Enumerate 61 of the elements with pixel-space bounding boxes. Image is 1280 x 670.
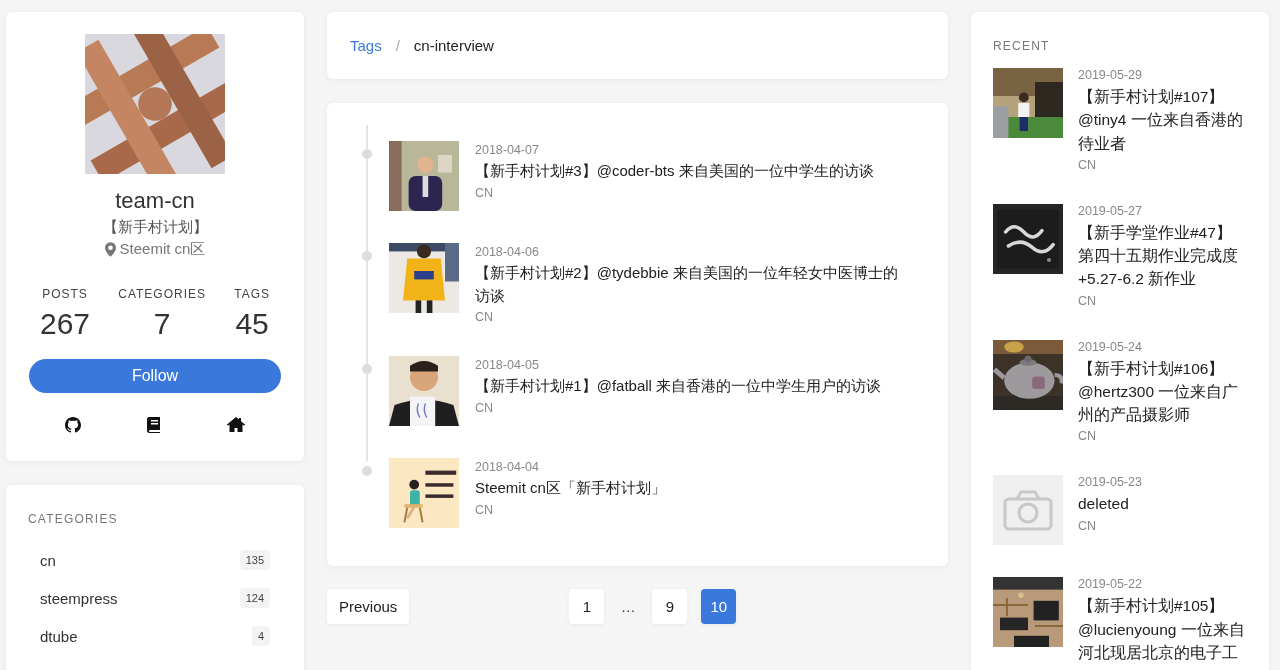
post-date: 2019-05-27 xyxy=(1078,203,1143,218)
count-badge: 135 xyxy=(239,550,270,570)
post-title-link[interactable]: 【新手村计划#1】@fatball 来自香港的一位中学生用户的访谈 xyxy=(475,375,882,398)
timeline-dot xyxy=(362,149,372,159)
book-icon[interactable] xyxy=(147,417,161,433)
category-label: CN xyxy=(475,502,495,517)
home-icon[interactable] xyxy=(227,417,245,432)
section-title: RECENT xyxy=(993,39,1050,53)
page-ellipsis: … xyxy=(619,598,637,615)
post-title-link[interactable]: 【新手村计划#105】@lucienyoung 一位来自河北现居北京的电子工 xyxy=(1078,594,1247,664)
follow-button[interactable]: Follow xyxy=(29,359,281,393)
post-date: 2018-04-06 xyxy=(475,245,540,259)
post-date: 2018-04-05 xyxy=(475,358,540,372)
category-label: CN xyxy=(1078,293,1098,308)
post-date: 2019-05-22 xyxy=(1078,577,1143,592)
category-label: CN xyxy=(1078,157,1098,172)
post-date: 2019-05-24 xyxy=(1078,339,1143,354)
category-link[interactable]: dtube xyxy=(40,627,78,645)
stat-value: 45 xyxy=(235,307,269,341)
section-title: CATEGORIES xyxy=(28,512,118,526)
category-link[interactable]: steempress xyxy=(40,589,118,607)
breadcrumb-separator: / xyxy=(395,37,400,54)
camera-icon xyxy=(993,475,1063,546)
post-title-link[interactable]: 【新手学堂作业#47】第四十五期作业完成度+5.27-6.2 新作业 xyxy=(1078,220,1247,291)
page-button[interactable]: 1 xyxy=(569,589,605,624)
stat-label: TAGS xyxy=(234,287,270,301)
post-date: 2018-04-04 xyxy=(475,460,540,474)
post-date: 2018-04-07 xyxy=(475,143,540,157)
location-pin-icon xyxy=(104,242,116,257)
count-badge: 4 xyxy=(251,626,270,646)
profile-subtitle: 【新手村计划】 xyxy=(102,218,208,237)
post-title-link[interactable]: 【新手村计划#107】@tiny4 一位来自香港的待业者 xyxy=(1078,85,1247,155)
timeline-dot xyxy=(362,466,372,476)
page-button[interactable]: 10 xyxy=(701,589,737,624)
page-button[interactable]: 9 xyxy=(652,589,688,624)
category-label: CN xyxy=(475,400,495,415)
category-label: CN xyxy=(1078,429,1098,444)
previous-button[interactable]: Previous xyxy=(327,589,410,624)
stat-label: POSTS xyxy=(42,287,88,301)
stat-label: CATEGORIES xyxy=(118,287,207,301)
timeline-dot xyxy=(362,251,372,261)
breadcrumb-current: cn-interview xyxy=(413,37,494,54)
post-date: 2019-05-23 xyxy=(1078,475,1143,490)
post-date: 2019-05-29 xyxy=(1078,68,1143,82)
timeline-dot xyxy=(362,364,372,374)
post-title-link[interactable]: 【新手村计划#106】@hertz300 一位来自广州的产品摄影师 xyxy=(1078,356,1247,427)
category-label: CN xyxy=(475,185,495,200)
stat-value: 7 xyxy=(153,307,171,341)
category-label: CN xyxy=(1078,518,1098,533)
post-title-link[interactable]: 【新手村计划#3】@coder-bts 来自美国的一位中学生的访谈 xyxy=(475,160,874,183)
stat-value: 267 xyxy=(40,307,91,341)
post-title-link[interactable]: 【新手村计划#2】@tydebbie 来自美国的一位年轻女中医博士的访谈 xyxy=(475,262,909,307)
breadcrumb-link[interactable]: Tags xyxy=(350,37,382,54)
count-badge: 124 xyxy=(239,588,270,608)
profile-name: team-cn xyxy=(115,188,195,214)
category-label: CN xyxy=(475,310,495,324)
category-link[interactable]: cn xyxy=(40,551,56,569)
post-title-link[interactable]: Steemit cn区「新手村计划」 xyxy=(475,477,666,500)
github-icon[interactable] xyxy=(65,417,81,433)
post-title-link[interactable]: deleted xyxy=(1078,492,1247,516)
profile-location: Steemit cn区 xyxy=(119,240,206,259)
